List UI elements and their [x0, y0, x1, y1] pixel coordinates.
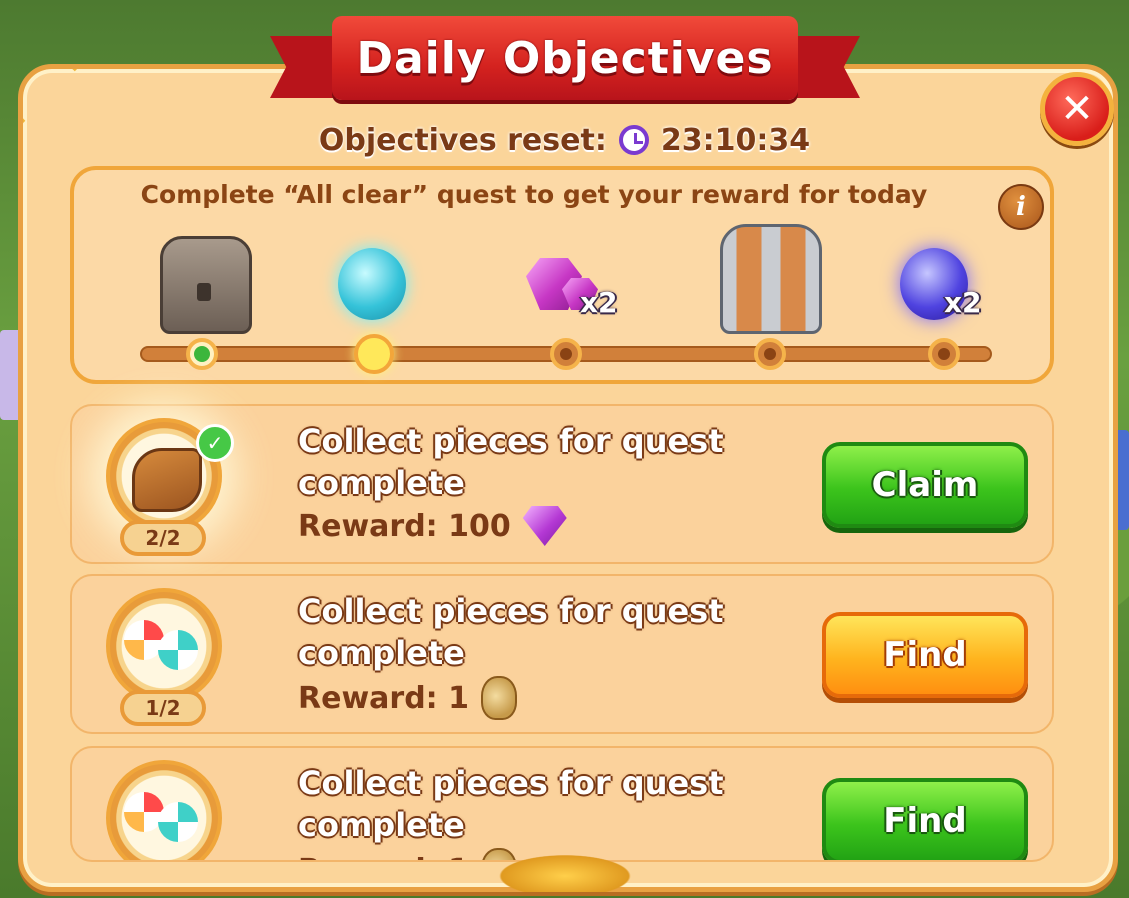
objective-card: Collect pieces for quest complete Reward…: [70, 746, 1054, 862]
reward-multiplier: x2: [944, 286, 982, 319]
wooden-chest-icon[interactable]: [160, 236, 252, 334]
mint-candy-icon: [158, 802, 198, 842]
objective-icon-frame: [106, 760, 222, 860]
progress-node-current: [354, 334, 394, 374]
objective-card: 1/2 Collect pieces for quest complete Re…: [70, 574, 1054, 734]
daily-progress-box: Complete “All clear” quest to get your r…: [70, 166, 1054, 384]
objective-icon-frame: [106, 588, 222, 704]
mint-candy-icon: [158, 630, 198, 670]
metal-chest-icon[interactable]: [720, 224, 822, 334]
objective-progress: 1/2: [120, 690, 206, 726]
objective-card: ✓ 2/2 Collect pieces for quest complete …: [70, 404, 1054, 564]
bag-icon: [481, 676, 517, 720]
cyan-coin-icon[interactable]: [338, 248, 406, 320]
info-icon: i: [1016, 192, 1026, 222]
clock-icon: [618, 125, 649, 155]
bottom-ornament: [490, 852, 640, 892]
objective-reward: Reward: 100: [298, 506, 567, 546]
reward-label: Reward: 1: [298, 853, 469, 861]
claim-button[interactable]: Claim: [822, 442, 1028, 528]
objective-progress: 2/2: [120, 520, 206, 556]
reward-label: Reward: 100: [298, 508, 511, 544]
page-title: Daily Objectives: [356, 32, 774, 84]
objective-title: Collect pieces for quest complete: [298, 592, 724, 672]
find-button[interactable]: Find: [822, 778, 1028, 860]
objective-title: Collect pieces for quest complete: [298, 422, 724, 502]
reset-timer: Objectives reset: 23:10:34: [0, 118, 1129, 162]
progress-description: Complete “All clear” quest to get your r…: [140, 180, 928, 209]
reward-multiplier: x2: [580, 286, 618, 319]
reward-label: Reward: 1: [298, 680, 469, 716]
title-banner: Daily Objectives: [270, 8, 860, 116]
reset-time: 23:10:34: [660, 122, 811, 158]
check-icon: ✓: [196, 424, 234, 462]
banner-body: Daily Objectives: [332, 16, 798, 100]
progress-node: [550, 338, 582, 370]
objective-reward: Reward: 1: [298, 848, 517, 861]
logs-icon: [132, 448, 202, 512]
objective-reward: Reward: 1: [298, 676, 517, 720]
reset-label: Objectives reset:: [318, 122, 607, 158]
progress-node: [754, 338, 786, 370]
info-button[interactable]: i: [998, 184, 1044, 230]
gem-icon: [522, 506, 567, 546]
objective-title: Collect pieces for quest complete: [298, 764, 724, 844]
progress-node-done: [186, 338, 218, 370]
find-button[interactable]: Find: [822, 612, 1028, 698]
progress-node: [928, 338, 960, 370]
